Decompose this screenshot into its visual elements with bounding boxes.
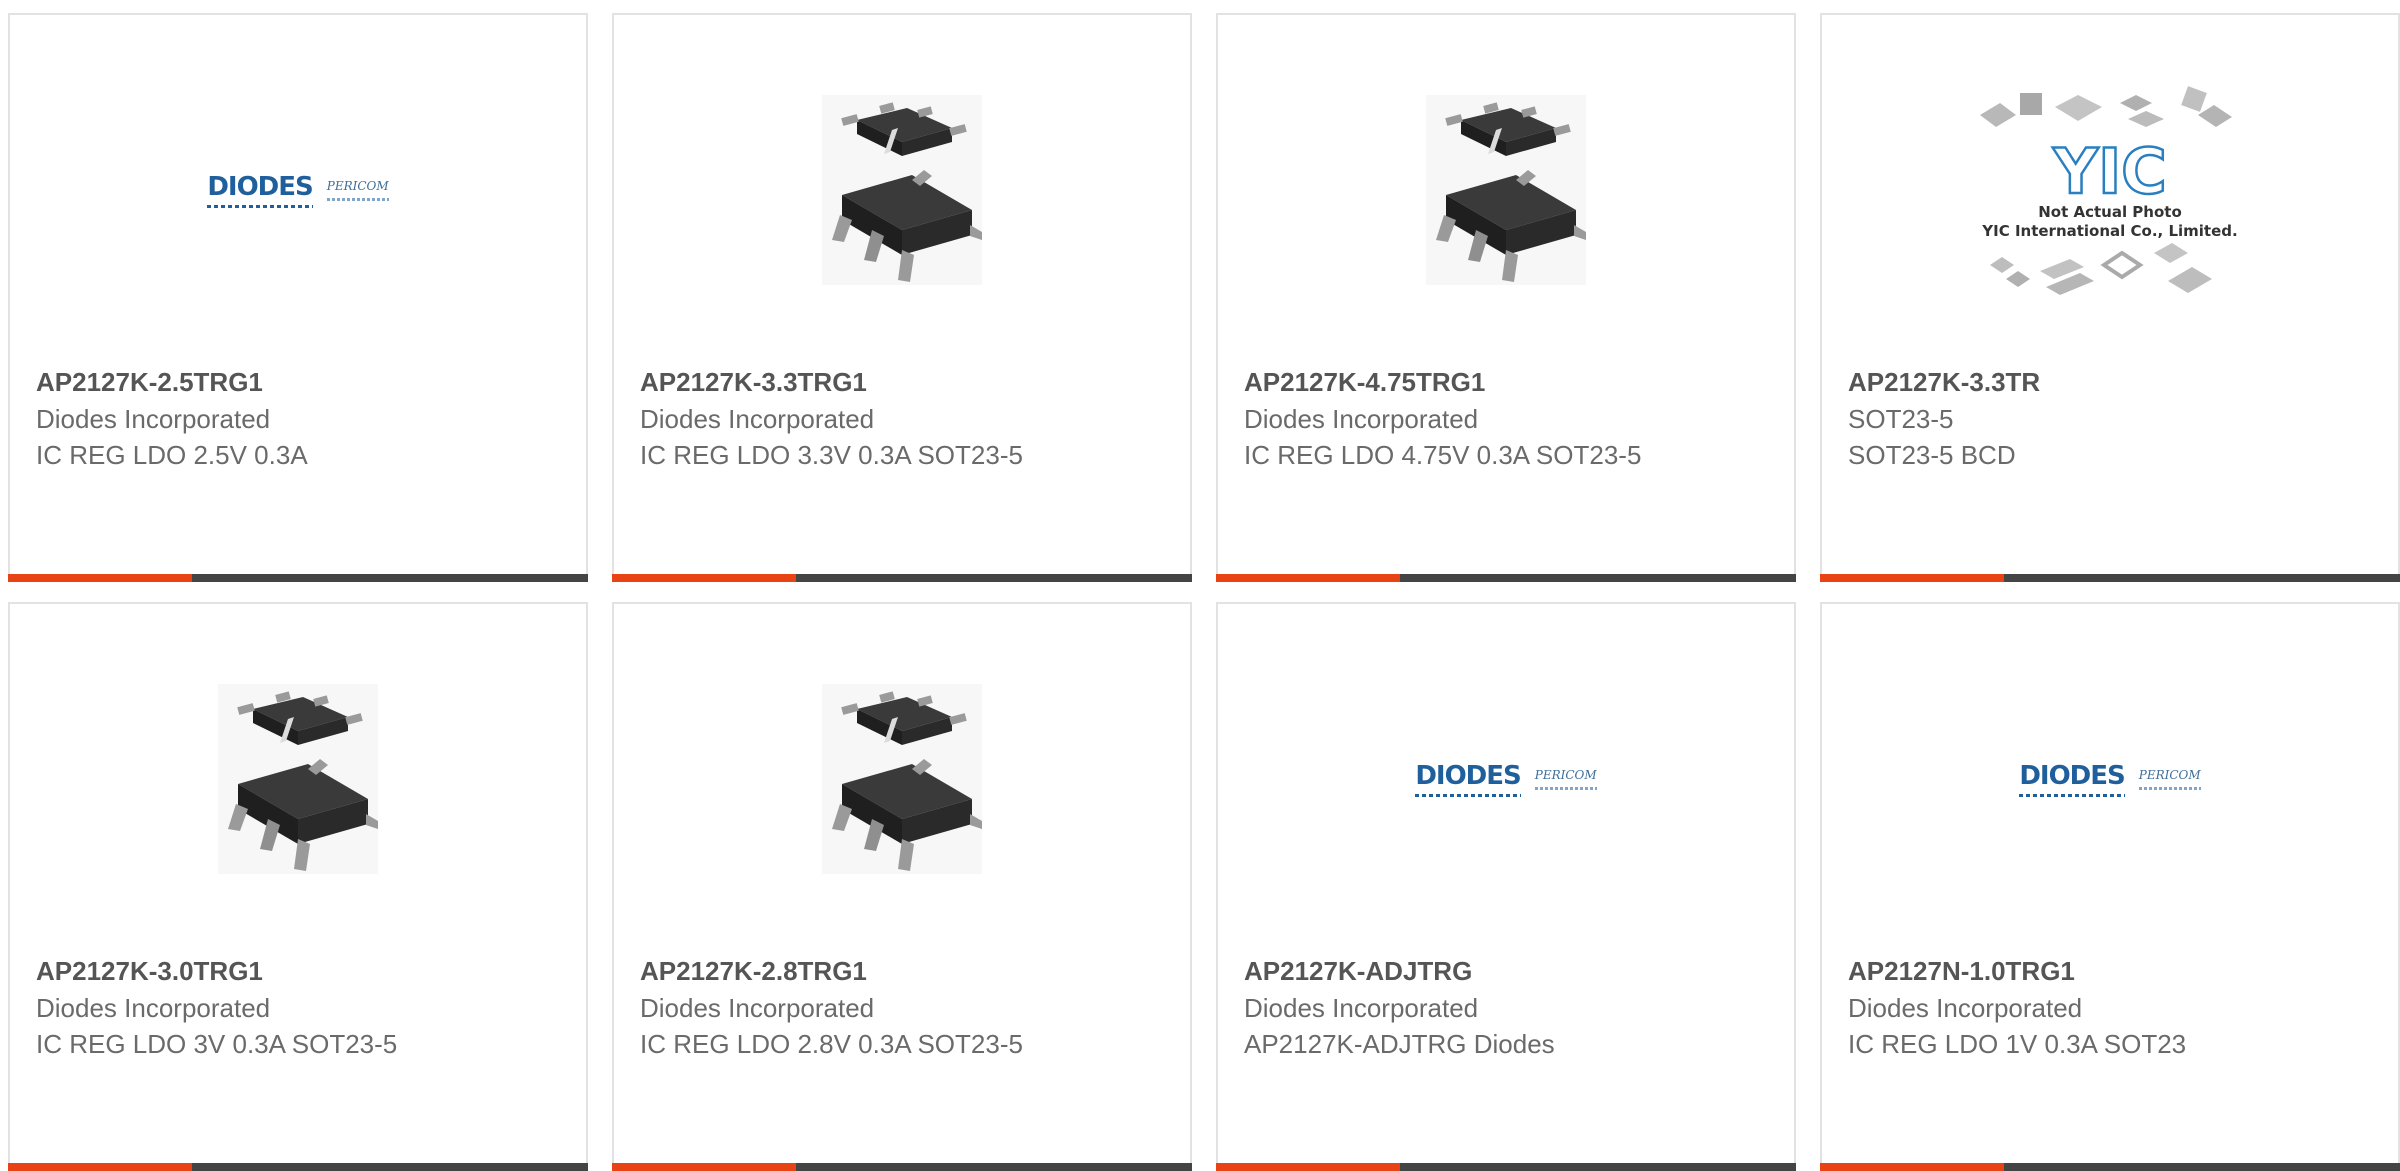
product-card[interactable]: YIC Not Actual Photo YIC International C… <box>1820 13 2400 582</box>
manufacturer: Diodes Incorporated <box>1244 993 1479 1023</box>
manufacturer: SOT23-5 <box>1848 404 1954 434</box>
product-image[interactable] <box>1218 75 1794 305</box>
manufacturer: Diodes Incorporated <box>640 993 875 1023</box>
product-card[interactable]: AP2127K-3.0TRG1 Diodes Incorporated IC R… <box>8 602 588 1171</box>
manufacturer: Diodes Incorporated <box>1244 404 1479 434</box>
description: IC REG LDO 1V 0.3A SOT23 <box>1848 1029 2187 1059</box>
description: IC REG LDO 3V 0.3A SOT23-5 <box>36 1029 398 1059</box>
yic-placeholder-image: YIC Not Actual Photo YIC International C… <box>1970 75 2250 305</box>
manufacturer: Diodes Incorporated <box>36 404 271 434</box>
product-image[interactable] <box>614 664 1190 894</box>
manufacturer: Diodes Incorporated <box>640 404 875 434</box>
diodes-logo: DIODES PERICOM <box>1415 761 1597 797</box>
part-number-link[interactable]: AP2127K-ADJTRG <box>1244 952 1724 990</box>
product-image[interactable] <box>614 75 1190 305</box>
part-number-link[interactable]: AP2127K-2.5TRG1 <box>36 363 516 401</box>
product-grid: DIODES PERICOM AP2127K-2.5TRG1 Diodes In… <box>0 0 2400 1171</box>
product-card[interactable]: DIODES PERICOM AP2127K-2.5TRG1 Diodes In… <box>8 13 588 582</box>
manufacturer: Diodes Incorporated <box>1848 993 2083 1023</box>
part-number-link[interactable]: AP2127K-3.3TR <box>1848 363 2328 401</box>
diodes-logo: DIODES PERICOM <box>2019 761 2201 797</box>
description: IC REG LDO 3.3V 0.3A SOT23-5 <box>640 440 1023 470</box>
product-image[interactable]: YIC Not Actual Photo YIC International C… <box>1822 75 2398 305</box>
product-card[interactable]: DIODES PERICOM AP2127N-1.0TRG1 Diodes In… <box>1820 602 2400 1171</box>
part-number-link[interactable]: AP2127K-3.3TRG1 <box>640 363 1120 401</box>
card-footer-bar <box>8 1163 588 1171</box>
card-footer-bar <box>1216 1163 1796 1171</box>
description: IC REG LDO 2.8V 0.3A SOT23-5 <box>640 1029 1023 1059</box>
product-image[interactable]: DIODES PERICOM <box>1822 664 2398 894</box>
description: AP2127K-ADJTRG Diodes <box>1244 1029 1555 1059</box>
manufacturer: Diodes Incorporated <box>36 993 271 1023</box>
chip-packages-icon: YIC <box>1980 86 2232 295</box>
card-footer-bar <box>1820 1163 2400 1171</box>
product-card[interactable]: DIODES PERICOM AP2127K-ADJTRG Diodes Inc… <box>1216 602 1796 1171</box>
part-number-link[interactable]: AP2127K-2.8TRG1 <box>640 952 1120 990</box>
card-footer-bar <box>612 574 1192 582</box>
product-image[interactable]: DIODES PERICOM <box>1218 664 1794 894</box>
svg-text:YIC: YIC <box>2052 135 2166 208</box>
part-number-link[interactable]: AP2127N-1.0TRG1 <box>1848 952 2328 990</box>
card-footer-bar <box>8 574 588 582</box>
product-image[interactable] <box>10 664 586 894</box>
sot23-5-package-icon <box>218 684 378 874</box>
card-footer-bar <box>1820 574 2400 582</box>
description: SOT23-5 BCD <box>1848 440 2016 470</box>
card-footer-bar <box>612 1163 1192 1171</box>
description: IC REG LDO 2.5V 0.3A <box>36 440 308 470</box>
description: IC REG LDO 4.75V 0.3A SOT23-5 <box>1244 440 1642 470</box>
product-card[interactable]: AP2127K-4.75TRG1 Diodes Incorporated IC … <box>1216 13 1796 582</box>
sot23-5-package-icon <box>1426 95 1586 285</box>
sot23-5-package-icon <box>822 95 982 285</box>
sot23-5-package-icon <box>822 684 982 874</box>
product-card[interactable]: AP2127K-3.3TRG1 Diodes Incorporated IC R… <box>612 13 1192 582</box>
product-card[interactable]: AP2127K-2.8TRG1 Diodes Incorporated IC R… <box>612 602 1192 1171</box>
part-number-link[interactable]: AP2127K-3.0TRG1 <box>36 952 516 990</box>
product-image[interactable]: DIODES PERICOM <box>10 75 586 305</box>
card-footer-bar <box>1216 574 1796 582</box>
part-number-link[interactable]: AP2127K-4.75TRG1 <box>1244 363 1664 401</box>
diodes-logo: DIODES PERICOM <box>207 172 389 208</box>
